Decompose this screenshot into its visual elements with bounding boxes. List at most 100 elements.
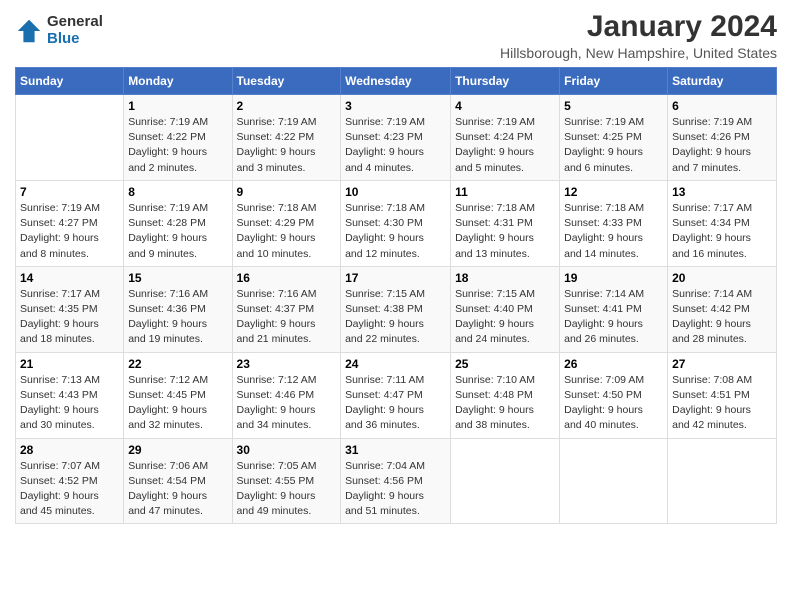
day-number: 31 bbox=[345, 443, 446, 457]
logo-text: General Blue bbox=[47, 14, 103, 47]
logo: General Blue bbox=[15, 14, 103, 47]
calendar-header-row: SundayMondayTuesdayWednesdayThursdayFrid… bbox=[16, 68, 777, 95]
day-detail: Sunrise: 7:17 AMSunset: 4:34 PMDaylight:… bbox=[672, 201, 772, 262]
calendar-cell: 29 Sunrise: 7:06 AMSunset: 4:54 PMDayligh… bbox=[124, 438, 232, 524]
day-number: 24 bbox=[345, 357, 446, 371]
header-day-monday: Monday bbox=[124, 68, 232, 95]
day-number: 30 bbox=[237, 443, 337, 457]
day-detail: Sunrise: 7:19 AMSunset: 4:22 PMDaylight:… bbox=[237, 115, 337, 176]
calendar-cell bbox=[668, 438, 777, 524]
calendar-cell: 10 Sunrise: 7:18 AMSunset: 4:30 PMDayligh… bbox=[341, 180, 451, 266]
day-number: 20 bbox=[672, 271, 772, 285]
day-number: 23 bbox=[237, 357, 337, 371]
day-detail: Sunrise: 7:19 AMSunset: 4:23 PMDaylight:… bbox=[345, 115, 446, 176]
calendar-cell: 12 Sunrise: 7:18 AMSunset: 4:33 PMDayligh… bbox=[560, 180, 668, 266]
calendar-cell: 19 Sunrise: 7:14 AMSunset: 4:41 PMDayligh… bbox=[560, 266, 668, 352]
day-number: 9 bbox=[237, 185, 337, 199]
day-detail: Sunrise: 7:12 AMSunset: 4:45 PMDaylight:… bbox=[128, 373, 227, 434]
header: General Blue January 2024 Hillsborough, … bbox=[15, 10, 777, 61]
logo-blue-text: Blue bbox=[47, 31, 103, 48]
title-area: January 2024 Hillsborough, New Hampshire… bbox=[500, 10, 777, 61]
calendar-cell: 11 Sunrise: 7:18 AMSunset: 4:31 PMDayligh… bbox=[451, 180, 560, 266]
calendar-cell: 8 Sunrise: 7:19 AMSunset: 4:28 PMDaylight… bbox=[124, 180, 232, 266]
calendar-cell: 25Sunrise: 7:10 AMSunset: 4:48 PMDayligh… bbox=[451, 352, 560, 438]
calendar-cell: 5 Sunrise: 7:19 AMSunset: 4:25 PMDaylight… bbox=[560, 95, 668, 181]
day-detail: Sunrise: 7:16 AMSunset: 4:36 PMDaylight:… bbox=[128, 287, 227, 348]
day-number: 26 bbox=[564, 357, 663, 371]
day-number: 22 bbox=[128, 357, 227, 371]
day-number: 10 bbox=[345, 185, 446, 199]
calendar-cell: 9 Sunrise: 7:18 AMSunset: 4:29 PMDaylight… bbox=[232, 180, 341, 266]
day-detail: Sunrise: 7:19 AMSunset: 4:27 PMDaylight:… bbox=[20, 201, 119, 262]
header-day-friday: Friday bbox=[560, 68, 668, 95]
day-number: 21 bbox=[20, 357, 119, 371]
day-number: 3 bbox=[345, 99, 446, 113]
day-detail: Sunrise: 7:19 AMSunset: 4:25 PMDaylight:… bbox=[564, 115, 663, 176]
calendar-cell: 17 Sunrise: 7:15 AMSunset: 4:38 PMDayligh… bbox=[341, 266, 451, 352]
day-detail: Sunrise: 7:06 AMSunset: 4:54 PMDaylight:… bbox=[128, 459, 227, 520]
calendar-cell: 3 Sunrise: 7:19 AMSunset: 4:23 PMDaylight… bbox=[341, 95, 451, 181]
day-number: 7 bbox=[20, 185, 119, 199]
day-detail: Sunrise: 7:14 AMSunset: 4:41 PMDaylight:… bbox=[564, 287, 663, 348]
day-number: 19 bbox=[564, 271, 663, 285]
calendar-cell: 6 Sunrise: 7:19 AMSunset: 4:26 PMDaylight… bbox=[668, 95, 777, 181]
day-number: 11 bbox=[455, 185, 555, 199]
calendar-cell bbox=[16, 95, 124, 181]
logo-icon bbox=[15, 17, 43, 45]
day-detail: Sunrise: 7:18 AMSunset: 4:31 PMDaylight:… bbox=[455, 201, 555, 262]
day-number: 6 bbox=[672, 99, 772, 113]
day-number: 17 bbox=[345, 271, 446, 285]
day-detail: Sunrise: 7:17 AMSunset: 4:35 PMDaylight:… bbox=[20, 287, 119, 348]
day-detail: Sunrise: 7:08 AMSunset: 4:51 PMDaylight:… bbox=[672, 373, 772, 434]
main-title: January 2024 bbox=[500, 10, 777, 43]
logo-general-text: General bbox=[47, 14, 103, 31]
calendar-cell: 15 Sunrise: 7:16 AMSunset: 4:36 PMDayligh… bbox=[124, 266, 232, 352]
day-number: 2 bbox=[237, 99, 337, 113]
day-detail: Sunrise: 7:18 AMSunset: 4:29 PMDaylight:… bbox=[237, 201, 337, 262]
calendar-cell: 13 Sunrise: 7:17 AMSunset: 4:34 PMDayligh… bbox=[668, 180, 777, 266]
calendar-cell: 7 Sunrise: 7:19 AMSunset: 4:27 PMDaylight… bbox=[16, 180, 124, 266]
calendar-cell: 20Sunrise: 7:14 AMSunset: 4:42 PMDayligh… bbox=[668, 266, 777, 352]
day-number: 4 bbox=[455, 99, 555, 113]
header-day-saturday: Saturday bbox=[668, 68, 777, 95]
day-detail: Sunrise: 7:15 AMSunset: 4:40 PMDaylight:… bbox=[455, 287, 555, 348]
day-detail: Sunrise: 7:12 AMSunset: 4:46 PMDaylight:… bbox=[237, 373, 337, 434]
calendar-cell: 18 Sunrise: 7:15 AMSunset: 4:40 PMDayligh… bbox=[451, 266, 560, 352]
day-number: 13 bbox=[672, 185, 772, 199]
calendar-cell: 21 Sunrise: 7:13 AMSunset: 4:43 PMDayligh… bbox=[16, 352, 124, 438]
day-detail: Sunrise: 7:11 AMSunset: 4:47 PMDaylight:… bbox=[345, 373, 446, 434]
day-detail: Sunrise: 7:18 AMSunset: 4:30 PMDaylight:… bbox=[345, 201, 446, 262]
day-detail: Sunrise: 7:18 AMSunset: 4:33 PMDaylight:… bbox=[564, 201, 663, 262]
calendar-cell bbox=[451, 438, 560, 524]
day-detail: Sunrise: 7:19 AMSunset: 4:28 PMDaylight:… bbox=[128, 201, 227, 262]
calendar-cell bbox=[560, 438, 668, 524]
calendar-cell: 16Sunrise: 7:16 AMSunset: 4:37 PMDayligh… bbox=[232, 266, 341, 352]
day-detail: Sunrise: 7:19 AMSunset: 4:24 PMDaylight:… bbox=[455, 115, 555, 176]
calendar-cell: 14Sunrise: 7:17 AMSunset: 4:35 PMDayligh… bbox=[16, 266, 124, 352]
calendar-cell: 28Sunrise: 7:07 AMSunset: 4:52 PMDayligh… bbox=[16, 438, 124, 524]
calendar-cell: 27 Sunrise: 7:08 AMSunset: 4:51 PMDayligh… bbox=[668, 352, 777, 438]
day-number: 1 bbox=[128, 99, 227, 113]
day-detail: Sunrise: 7:19 AMSunset: 4:26 PMDaylight:… bbox=[672, 115, 772, 176]
day-detail: Sunrise: 7:05 AMSunset: 4:55 PMDaylight:… bbox=[237, 459, 337, 520]
day-number: 18 bbox=[455, 271, 555, 285]
day-number: 27 bbox=[672, 357, 772, 371]
day-detail: Sunrise: 7:15 AMSunset: 4:38 PMDaylight:… bbox=[345, 287, 446, 348]
day-number: 8 bbox=[128, 185, 227, 199]
calendar-cell: 22 Sunrise: 7:12 AMSunset: 4:45 PMDayligh… bbox=[124, 352, 232, 438]
day-number: 15 bbox=[128, 271, 227, 285]
day-detail: Sunrise: 7:19 AMSunset: 4:22 PMDaylight:… bbox=[128, 115, 227, 176]
day-number: 12 bbox=[564, 185, 663, 199]
calendar-cell: 23 Sunrise: 7:12 AMSunset: 4:46 PMDayligh… bbox=[232, 352, 341, 438]
calendar-table: SundayMondayTuesdayWednesdayThursdayFrid… bbox=[15, 67, 777, 524]
day-detail: Sunrise: 7:13 AMSunset: 4:43 PMDaylight:… bbox=[20, 373, 119, 434]
calendar-week-2: 7 Sunrise: 7:19 AMSunset: 4:27 PMDaylight… bbox=[16, 180, 777, 266]
day-number: 5 bbox=[564, 99, 663, 113]
day-detail: Sunrise: 7:04 AMSunset: 4:56 PMDaylight:… bbox=[345, 459, 446, 520]
header-day-sunday: Sunday bbox=[16, 68, 124, 95]
day-detail: Sunrise: 7:09 AMSunset: 4:50 PMDaylight:… bbox=[564, 373, 663, 434]
day-number: 25 bbox=[455, 357, 555, 371]
calendar-week-3: 14Sunrise: 7:17 AMSunset: 4:35 PMDayligh… bbox=[16, 266, 777, 352]
day-number: 29 bbox=[128, 443, 227, 457]
calendar-week-4: 21 Sunrise: 7:13 AMSunset: 4:43 PMDayligh… bbox=[16, 352, 777, 438]
